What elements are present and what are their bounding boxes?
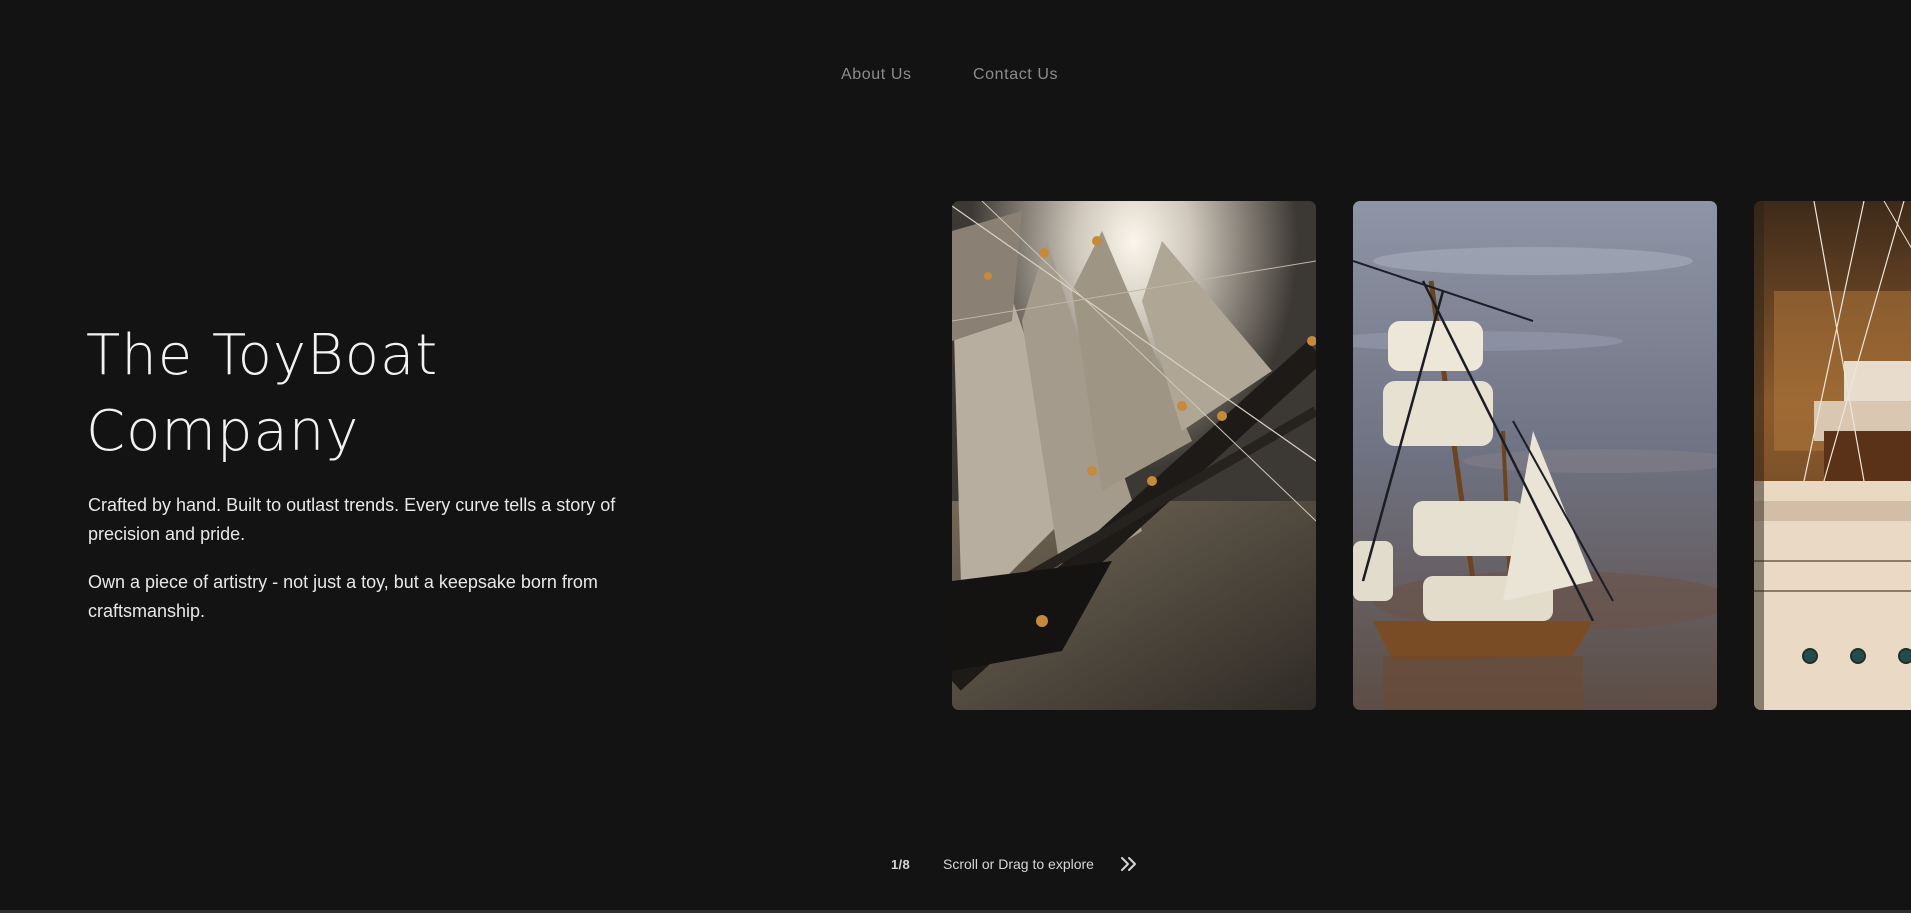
gallery-card-sails-closeup[interactable] xyxy=(952,201,1316,710)
ship-on-water-image xyxy=(1353,201,1717,710)
model-yacht-image xyxy=(1754,201,1911,710)
sails-closeup-image xyxy=(952,201,1316,710)
explore-hint-text: Scroll or Drag to explore xyxy=(943,856,1094,872)
page-title-line-1: The ToyBoat xyxy=(86,323,439,388)
page-title: The ToyBoat Company xyxy=(86,318,606,470)
slide-counter: 1/8 xyxy=(891,857,910,872)
double-chevron-right-icon[interactable] xyxy=(1118,853,1140,875)
page-title-line-2: Company xyxy=(86,399,360,464)
nav-link-about-us[interactable]: About Us xyxy=(841,66,912,84)
hero-paragraph-1: Crafted by hand. Built to outlast trends… xyxy=(88,495,616,544)
hero-paragraph-2: Own a piece of artistry - not just a toy… xyxy=(88,572,598,621)
nav-link-contact-us[interactable]: Contact Us xyxy=(973,66,1058,84)
gallery-card-ship-on-water[interactable] xyxy=(1353,201,1717,710)
top-nav: About Us Contact Us xyxy=(0,66,1911,86)
gallery-card-model-yacht[interactable] xyxy=(1754,201,1911,710)
